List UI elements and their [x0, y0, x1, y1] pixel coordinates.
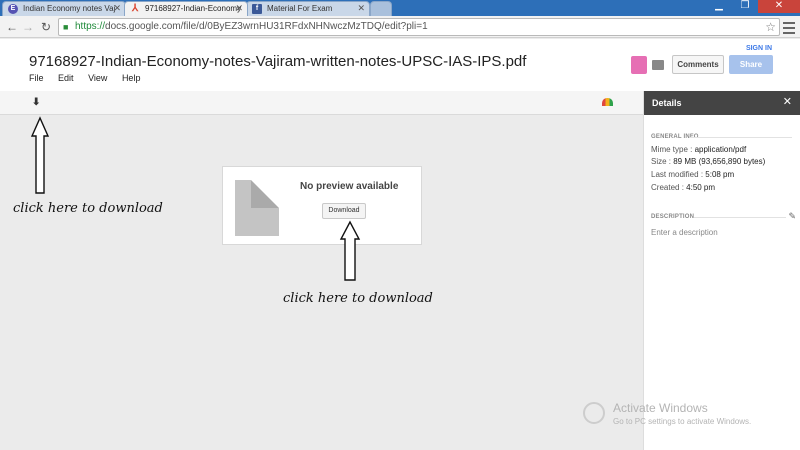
annotation-text: click here to download: [283, 291, 433, 306]
divider: [690, 137, 792, 138]
divider: [694, 217, 786, 218]
annotation-text: click here to download: [13, 201, 163, 216]
close-icon[interactable]: ✕: [783, 95, 792, 108]
up-arrow-icon: [339, 220, 361, 281]
tab-pdf[interactable]: ⅄ 97168927-Indian-Economy ✕: [124, 1, 248, 16]
watermark-subtitle: Go to PC settings to activate Windows.: [613, 417, 752, 426]
description-field[interactable]: Enter a description: [651, 228, 718, 237]
last-modified-row: Last modified : 5:08 pm: [651, 170, 735, 179]
watermark-title: Activate Windows: [613, 401, 708, 415]
mime-type-row: Mime type : application/pdf: [651, 145, 747, 154]
details-title: Details: [644, 91, 800, 115]
created-row: Created : 4:50 pm: [651, 183, 716, 192]
pencil-icon[interactable]: ✎: [788, 211, 796, 222]
description-label: DESCRIPTION: [651, 214, 695, 220]
pdf-icon: ⅄: [131, 3, 139, 14]
key-icon: [583, 402, 605, 424]
size-row: Size : 89 MB (93,656,890 bytes): [651, 157, 766, 166]
details-panel: Details ✕ GENERAL INFO Mime type : appli…: [643, 91, 800, 450]
close-tab-icon[interactable]: ✕: [235, 3, 243, 14]
up-arrow-icon: [30, 116, 50, 194]
tab-label: 97168927-Indian-Economy: [145, 4, 242, 13]
